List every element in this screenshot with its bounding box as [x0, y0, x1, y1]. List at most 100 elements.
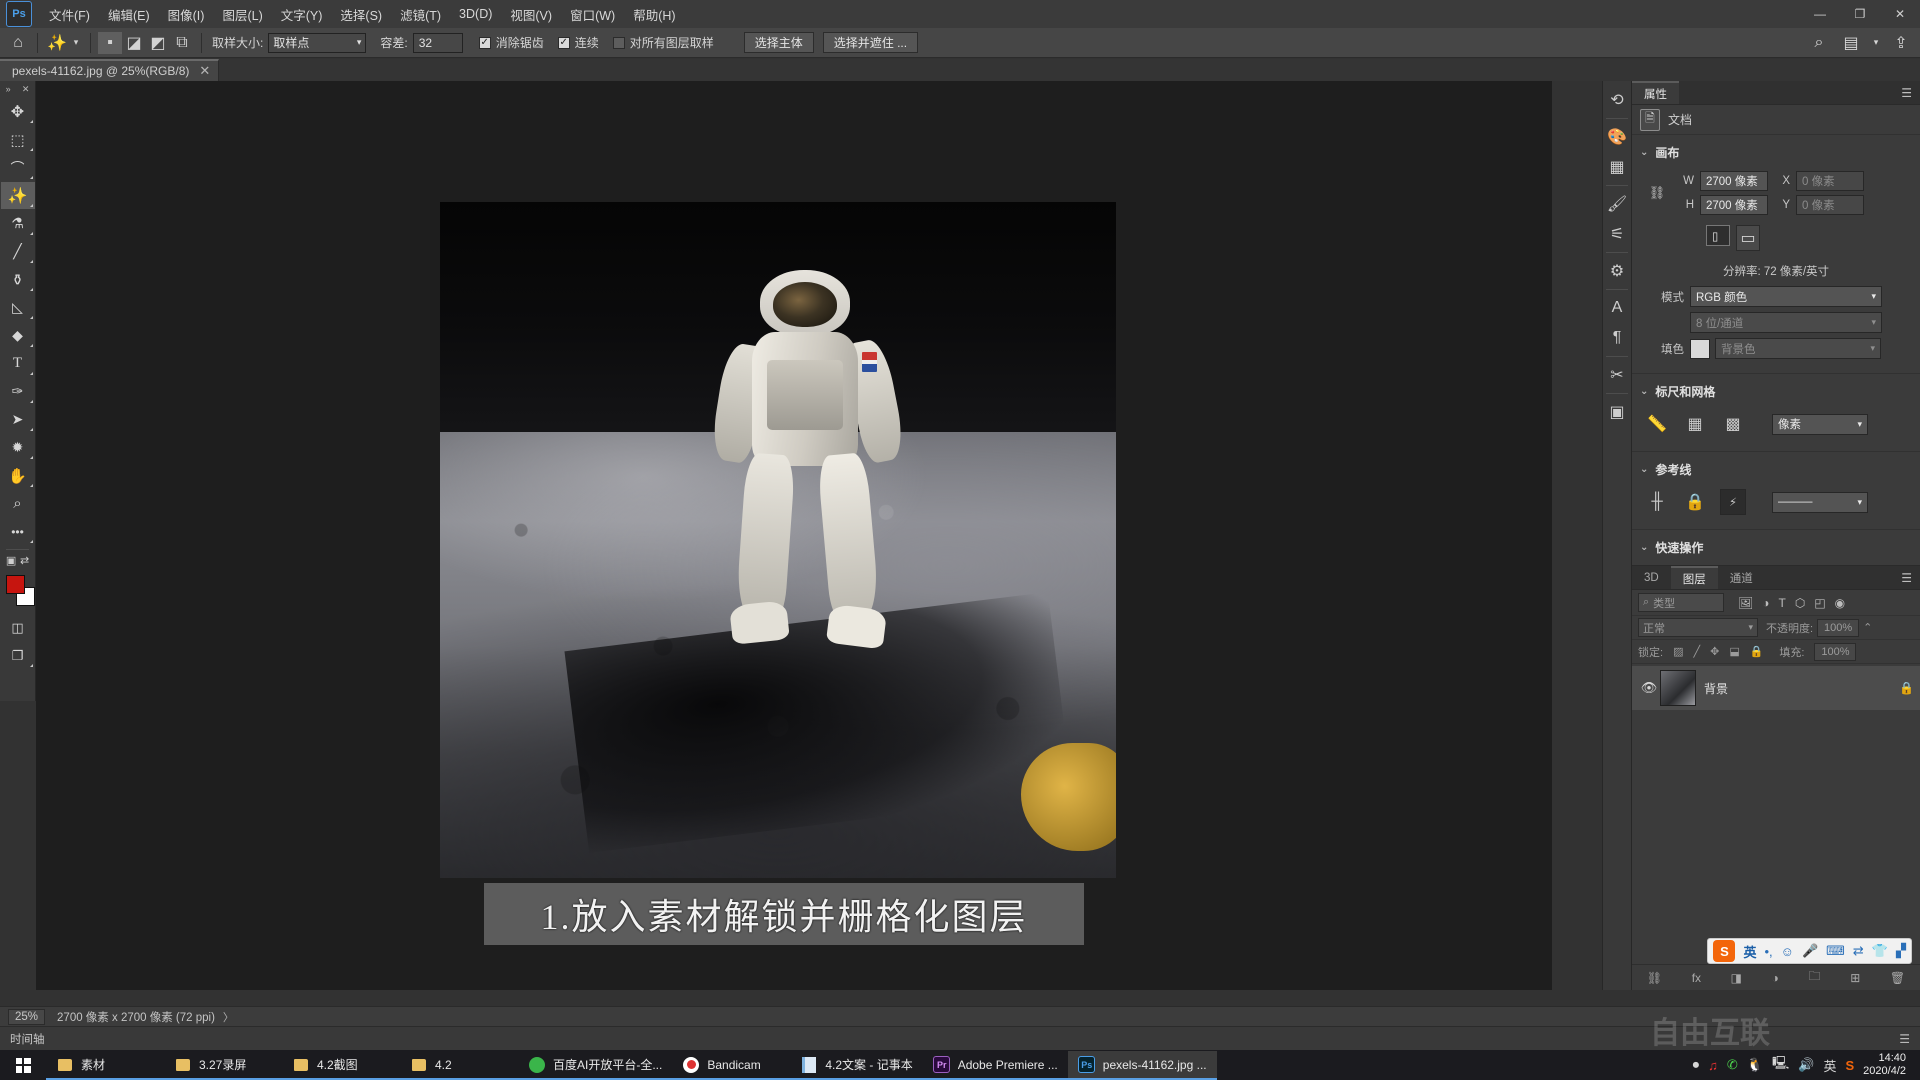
- pixel-filter-icon[interactable]: 🖼: [1738, 596, 1753, 610]
- foreground-color-swatch[interactable]: [6, 575, 25, 594]
- taskbar-item-premiere[interactable]: Pr Adobe Premiere ...: [922, 1051, 1068, 1080]
- transparency-grid-icon[interactable]: ▩: [1720, 411, 1746, 437]
- type-filter-icon[interactable]: T: [1778, 596, 1785, 610]
- minimize-button[interactable]: —: [1800, 0, 1840, 28]
- canvas-section-title[interactable]: ⌄ 画布: [1632, 141, 1920, 167]
- type-tool[interactable]: T: [1, 350, 35, 377]
- tab-timeline[interactable]: 时间轴: [10, 1031, 45, 1047]
- emoji-icon[interactable]: ☺: [1781, 944, 1794, 959]
- guides-lock-icon[interactable]: 🔒: [1682, 489, 1708, 515]
- library-icon[interactable]: ▣: [1603, 397, 1631, 427]
- taskbar-item-42jietu[interactable]: 4.2截图: [282, 1051, 400, 1080]
- link-icon[interactable]: ⛓: [1648, 185, 1666, 201]
- eye-icon[interactable]: 👁: [1638, 680, 1660, 696]
- move-tool[interactable]: ✥: [1, 98, 35, 125]
- antialias-checkbox[interactable]: ✓ 消除锯齿: [478, 34, 544, 51]
- taskbar-item-photoshop[interactable]: Ps pexels-41162.jpg ...: [1067, 1051, 1217, 1080]
- screen-mode-icon[interactable]: ❐: [1, 642, 35, 669]
- wechat-icon[interactable]: ✆: [1727, 1057, 1738, 1073]
- eyedropper-tool[interactable]: ⚗: [1, 210, 35, 237]
- magic-wand-tool[interactable]: ✨: [0, 182, 35, 209]
- brush-tool[interactable]: ╱: [1, 238, 35, 265]
- color-icon[interactable]: 🎨: [1603, 122, 1631, 152]
- taskbar-item-notepad[interactable]: 4.2文案 - 记事本: [790, 1051, 923, 1080]
- add-to-selection-icon[interactable]: ◪: [122, 32, 146, 54]
- taskbar-item-bandicam[interactable]: Bandicam: [672, 1051, 791, 1080]
- canvas-width-input[interactable]: 2700 像素: [1700, 171, 1768, 191]
- panel-menu-icon[interactable]: ☰: [1899, 1032, 1910, 1046]
- lock-transparent-icon[interactable]: ▨: [1673, 645, 1683, 658]
- bit-depth-select[interactable]: 8 位/通道 ▾: [1690, 312, 1882, 333]
- tab-properties[interactable]: 属性: [1632, 81, 1679, 104]
- select-subject-button[interactable]: 选择主体: [743, 32, 814, 53]
- start-button[interactable]: [0, 1050, 46, 1080]
- skin-icon[interactable]: 👕: [1872, 943, 1888, 959]
- ruler-icon[interactable]: 📏: [1644, 411, 1670, 437]
- lasso-tool[interactable]: ⌒: [1, 154, 35, 181]
- portrait-icon[interactable]: ▯: [1706, 225, 1730, 246]
- rulers-grid-title[interactable]: ⌄ 标尺和网格: [1632, 380, 1920, 406]
- opacity-input[interactable]: 100%: [1817, 618, 1860, 637]
- pen-tool[interactable]: ✑: [1, 378, 35, 405]
- paragraph-icon[interactable]: ¶: [1603, 323, 1631, 353]
- subtract-from-selection-icon[interactable]: ◩: [146, 32, 170, 54]
- hand-tool[interactable]: ✋: [1, 462, 35, 489]
- tab-3d[interactable]: 3D: [1632, 566, 1671, 589]
- qq-icon[interactable]: 🐧: [1747, 1057, 1763, 1073]
- taskbar-item-baidu-ai[interactable]: 百度AI开放平台-全...: [518, 1051, 673, 1080]
- clone-stamp-tool[interactable]: ⚱: [1, 266, 35, 293]
- adjustment-filter-icon[interactable]: ◑: [1762, 596, 1769, 610]
- smart-object-filter-icon[interactable]: ◰: [1814, 596, 1825, 610]
- magic-wand-icon[interactable]: ✨: [45, 32, 69, 54]
- swatches-icon[interactable]: ▦: [1603, 152, 1631, 182]
- tools-icon[interactable]: ✂: [1603, 360, 1631, 390]
- layer-row-background[interactable]: 👁 背景 🔒: [1632, 666, 1920, 710]
- new-layer-icon[interactable]: ⊞: [1850, 971, 1860, 985]
- zoom-tool[interactable]: ⌕: [1, 490, 35, 517]
- zoom-level[interactable]: 25%: [8, 1008, 46, 1025]
- panel-menu-icon[interactable]: ☰: [1893, 81, 1920, 104]
- lock-image-icon[interactable]: ╱: [1693, 645, 1700, 658]
- menu-filter[interactable]: 滤镜(T): [391, 1, 450, 28]
- color-mode-select[interactable]: RGB 颜色 ▾: [1690, 286, 1882, 307]
- sample-all-layers-checkbox[interactable]: ✓ 对所有图层取样: [612, 34, 714, 51]
- menu-file[interactable]: 文件(F): [40, 1, 99, 28]
- quick-actions-title[interactable]: ⌄ 快速操作: [1632, 536, 1920, 562]
- lock-position-icon[interactable]: ✥: [1710, 645, 1719, 658]
- fill-color-select[interactable]: 背景色 ▾: [1715, 338, 1881, 359]
- status-expand-icon[interactable]: 〉: [223, 1009, 234, 1025]
- menu-select[interactable]: 选择(S): [331, 1, 391, 28]
- punctuation-icon[interactable]: •,: [1765, 944, 1773, 959]
- taskbar-item-sucai[interactable]: 素材: [46, 1051, 164, 1080]
- rectangular-marquee-tool[interactable]: ⬚: [1, 126, 35, 153]
- more-tools-icon[interactable]: •••: [1, 518, 35, 545]
- layer-mask-icon[interactable]: ◨: [1731, 971, 1742, 985]
- taskbar-clock[interactable]: 14:40 2020/4/2: [1863, 1052, 1912, 1078]
- collapse-icon[interactable]: »: [6, 84, 11, 94]
- brush-settings-icon[interactable]: ⚟: [1603, 219, 1631, 249]
- adjustments-icon[interactable]: ⚙: [1603, 256, 1631, 286]
- grid-icon[interactable]: ▦: [1682, 411, 1708, 437]
- canvas-area[interactable]: 1.放入素材解锁并栅格化图层: [36, 81, 1552, 990]
- toolbox-icon[interactable]: ▞: [1896, 943, 1906, 959]
- menu-edit[interactable]: 编辑(E): [99, 1, 159, 28]
- menu-type[interactable]: 文字(Y): [272, 1, 332, 28]
- search-icon[interactable]: ⌕: [1806, 32, 1832, 54]
- eraser-tool[interactable]: ◺: [1, 294, 35, 321]
- canvas-y-input[interactable]: 0 像素: [1796, 195, 1864, 215]
- share-icon[interactable]: ⇪: [1888, 32, 1914, 54]
- opacity-stepper-icon[interactable]: ⌃: [1863, 621, 1872, 634]
- document-canvas[interactable]: [440, 202, 1116, 878]
- workspace-icon[interactable]: ▤: [1838, 32, 1864, 54]
- taskbar-item-327luping[interactable]: 3.27录屏: [164, 1051, 282, 1080]
- character-icon[interactable]: A: [1603, 293, 1631, 323]
- close-icon[interactable]: ✕: [22, 84, 30, 95]
- bandicam-tray-icon[interactable]: ⏺: [1693, 1057, 1700, 1073]
- new-selection-icon[interactable]: ▪: [98, 31, 122, 54]
- panel-menu-icon[interactable]: ☰: [1893, 566, 1920, 589]
- guide-style-select[interactable]: ——— ▾: [1772, 491, 1868, 513]
- toggle-filter-icon[interactable]: ◉: [1835, 596, 1845, 610]
- close-icon[interactable]: ✕: [199, 63, 210, 79]
- menu-image[interactable]: 图像(I): [159, 1, 214, 28]
- contiguous-checkbox[interactable]: ✓ 连续: [557, 34, 599, 51]
